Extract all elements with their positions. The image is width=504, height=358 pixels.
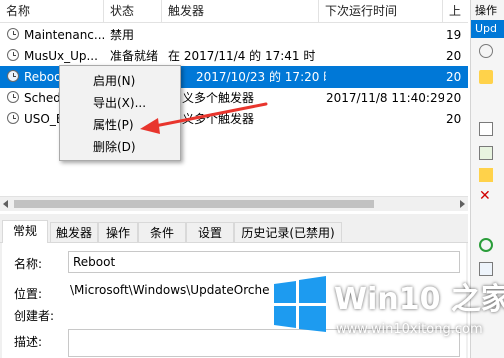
task-clock-icon — [7, 91, 19, 103]
watermark: Win10 之家 www.win10xitong.com — [270, 268, 504, 358]
task-last-run: 19 — [446, 28, 462, 42]
watermark-url: www.win10xitong.com — [336, 322, 483, 337]
task-clock-icon — [7, 49, 19, 61]
task-trigger: 义多个触发器 — [182, 112, 255, 126]
task-clock-icon — [7, 112, 19, 124]
watermark-brand-prefix: Win10 — [334, 282, 441, 317]
task-last-run: 20 — [446, 49, 462, 63]
horizontal-scrollbar[interactable] — [0, 196, 468, 211]
menu-item-enable[interactable]: 启用(N) — [60, 70, 180, 92]
header-divider — [0, 22, 468, 23]
task-trigger: 2017/10/23 的 17:20 时 — [196, 70, 326, 84]
task-status: 准备就绪 — [110, 49, 159, 63]
name-label: 名称: — [14, 257, 43, 271]
actions-pane-selected[interactable]: Upd — [471, 20, 504, 38]
task-name: Reboo — [24, 70, 60, 84]
column-header-next-run[interactable]: 下次运行时间 — [319, 0, 443, 22]
refresh-icon[interactable] — [479, 238, 493, 252]
column-header-trigger[interactable]: 触发器 — [162, 0, 319, 22]
column-header-name[interactable]: 名称 — [0, 0, 104, 22]
delete-icon[interactable]: ✕ — [479, 188, 491, 204]
task-name: MusUx_Up... — [24, 49, 98, 63]
menu-item-delete[interactable]: 删除(D) — [60, 136, 180, 158]
menu-item-export[interactable]: 导出(X)... — [60, 92, 180, 114]
task-last-run: 20 — [446, 70, 462, 84]
tab-triggers[interactable]: 触发器 — [50, 222, 98, 242]
task-status: 禁用 — [110, 28, 135, 42]
tab-conditions[interactable]: 条件 — [138, 222, 186, 242]
actions-pane-title: 操作 — [475, 4, 497, 17]
column-header-status[interactable]: 状态 — [104, 0, 162, 22]
location-value: \Microsoft\Windows\UpdateOrche — [70, 283, 270, 297]
tab-general[interactable]: 常规 — [2, 220, 48, 243]
location-label: 位置: — [14, 287, 43, 301]
tab-history[interactable]: 历史记录(已禁用) — [234, 222, 342, 242]
author-label: 创建者: — [14, 309, 55, 323]
scroll-left-icon[interactable] — [3, 200, 8, 208]
document-icon[interactable] — [479, 146, 493, 160]
task-name: Maintenanc... — [24, 28, 104, 42]
task-last-run: 20 — [446, 112, 462, 126]
description-label: 描述: — [14, 335, 43, 349]
tab-settings[interactable]: 设置 — [186, 222, 234, 242]
task-clock-icon — [7, 70, 19, 82]
watermark-brand-suffix: 之家 — [440, 282, 504, 317]
task-last-run: 20 — [446, 91, 462, 105]
column-header-last-run[interactable]: 上 — [443, 0, 468, 22]
task-name: USO_E — [24, 112, 60, 126]
windows-logo-icon — [274, 276, 326, 332]
task-row[interactable]: MusUx_Up... 准备就绪 在 2017/11/4 的 17:41 时 2… — [0, 45, 468, 67]
context-menu: 启用(N) 导出(X)... 属性(P) 删除(D) — [59, 65, 181, 161]
task-next-run: 2017/11/8 11:40:29 — [326, 91, 444, 105]
folder-open-icon[interactable] — [479, 168, 493, 182]
task-trigger: 在 2017/11/4 的 17:41 时 — [168, 49, 316, 63]
task-clock-icon — [7, 28, 19, 40]
run-icon[interactable] — [479, 44, 493, 58]
scroll-thumb[interactable] — [14, 200, 374, 208]
tab-actions[interactable]: 操作 — [98, 222, 138, 242]
watermark-brand: Win10 之家 — [334, 274, 504, 318]
scroll-right-icon[interactable] — [460, 200, 465, 208]
folder-icon[interactable] — [479, 70, 493, 84]
menu-item-properties[interactable]: 属性(P) — [60, 114, 180, 136]
task-trigger: 义多个触发器 — [182, 91, 255, 105]
task-row[interactable]: Maintenanc... 禁用 19 — [0, 24, 468, 46]
task-name: Sched — [24, 91, 60, 105]
details-tab-strip: 常规 触发器 操作 条件 设置 历史记录(已禁用) — [0, 220, 468, 243]
list-icon[interactable] — [479, 122, 493, 136]
